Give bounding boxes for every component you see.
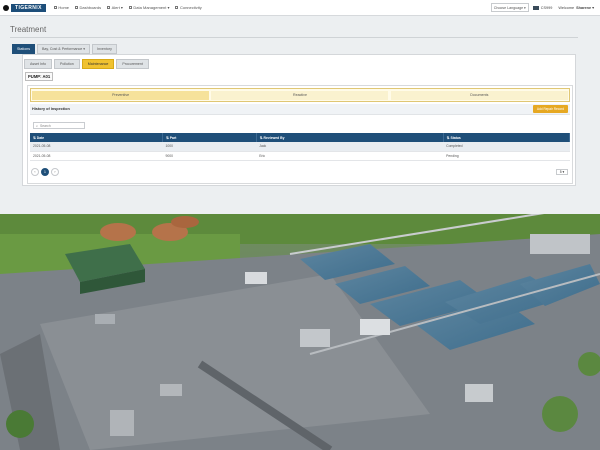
inspection-table: ⇅ Date ⇅ Part ⇅ Reviewed By ⇅ Status 202… xyxy=(30,133,571,161)
subtab-preventive[interactable]: Preventive xyxy=(32,90,210,100)
tab-asset-info[interactable]: Asset Info xyxy=(24,59,52,69)
tab-bay-cost-performance[interactable]: Bay, Cost & Performance ▾ xyxy=(37,44,91,54)
next-page-button[interactable]: › xyxy=(51,168,59,176)
chevron-down-icon: ▾ xyxy=(592,6,594,10)
cell-date: 2021-05-08 xyxy=(30,142,163,152)
subtab-reactive[interactable]: Reactive xyxy=(211,90,389,100)
page-title: Treatment xyxy=(10,25,47,34)
divider xyxy=(10,37,578,38)
nav-item-data-management[interactable]: Data Management ▾ xyxy=(128,5,169,10)
group-icon xyxy=(532,5,539,10)
data-icon xyxy=(128,6,132,9)
tab-procurement[interactable]: Procurement xyxy=(116,59,149,69)
language-select[interactable]: Choose Language ▾ xyxy=(490,3,529,12)
table-row[interactable]: 2021-05-08 1000 Jack Completed xyxy=(30,142,570,152)
top-navigation-bar: TIGERNIX Home Dashboards Alert ▾ Data Ma… xyxy=(0,0,600,16)
search-icon: ⌕ xyxy=(36,123,39,128)
tab-maintenance[interactable]: Maintenance xyxy=(81,59,115,69)
logo-mark-icon xyxy=(3,4,9,11)
home-icon xyxy=(53,6,57,9)
search-input[interactable]: ⌕ Search xyxy=(33,122,85,129)
history-title: History of Inspection xyxy=(32,107,70,111)
add-repair-record-button[interactable]: Add Repair Record xyxy=(532,105,568,113)
user-group-indicator[interactable]: CS999 xyxy=(532,5,552,10)
cell-part: 9000 xyxy=(162,151,257,161)
column-header-reviewed-by[interactable]: ⇅ Reviewed By xyxy=(256,133,444,142)
tab-stations[interactable]: Stations xyxy=(12,44,35,54)
maintenance-subtabs: Preventive Reactive Documents xyxy=(30,88,570,102)
table-header-row: ⇅ Date ⇅ Part ⇅ Reviewed By ⇅ Status xyxy=(30,133,571,142)
cell-part: 1000 xyxy=(162,142,257,152)
pagination: ‹ 1 › xyxy=(31,168,61,176)
secondary-tabs: Asset Info Pollution Maintenance Procure… xyxy=(24,59,151,69)
brand-logo[interactable]: TIGERNIX xyxy=(3,3,46,12)
treatment-plant-aerial-image xyxy=(0,214,600,450)
primary-tabs: Stations Bay, Cost & Performance ▾ Inven… xyxy=(12,44,119,54)
tab-pollution[interactable]: Pollution xyxy=(53,59,80,69)
page-button-1[interactable]: 1 xyxy=(41,168,49,176)
main-nav: Home Dashboards Alert ▾ Data Management … xyxy=(53,5,208,10)
cell-status: Pending xyxy=(443,151,570,161)
nav-item-home[interactable]: Home xyxy=(53,5,69,10)
column-header-date[interactable]: ⇅ Date xyxy=(30,133,163,142)
table-row[interactable]: 2021-05-08 9000 Eric Pending xyxy=(30,151,570,161)
page-size-select[interactable]: 5 ▾ xyxy=(556,169,568,175)
cell-date: 2021-05-08 xyxy=(30,151,163,161)
history-header: History of Inspection Add Repair Record xyxy=(30,104,570,115)
nav-item-connectivity[interactable]: Connectivity xyxy=(175,5,202,10)
chevron-down-icon: ▾ xyxy=(524,5,526,10)
prev-page-button[interactable]: ‹ xyxy=(31,168,39,176)
dashboard-icon xyxy=(75,6,78,9)
brand-name: TIGERNIX xyxy=(11,3,46,12)
tab-inventory[interactable]: Inventory xyxy=(92,44,117,54)
cell-reviewed-by: Jack xyxy=(256,142,444,152)
alert-icon xyxy=(107,6,111,9)
nav-item-dashboards[interactable]: Dashboards xyxy=(75,5,101,10)
column-header-part[interactable]: ⇅ Part xyxy=(162,133,257,142)
connectivity-icon xyxy=(175,6,179,9)
subtab-documents[interactable]: Documents xyxy=(390,90,568,100)
nav-item-alert[interactable]: Alert ▾ xyxy=(107,5,123,10)
cell-status: Completed xyxy=(443,142,570,152)
pump-label: PUMP: A01 xyxy=(25,72,54,81)
user-menu[interactable]: Welcome Sharene ▾ xyxy=(558,5,594,11)
cell-reviewed-by: Eric xyxy=(256,151,444,161)
column-header-status[interactable]: ⇅ Status xyxy=(443,133,571,142)
